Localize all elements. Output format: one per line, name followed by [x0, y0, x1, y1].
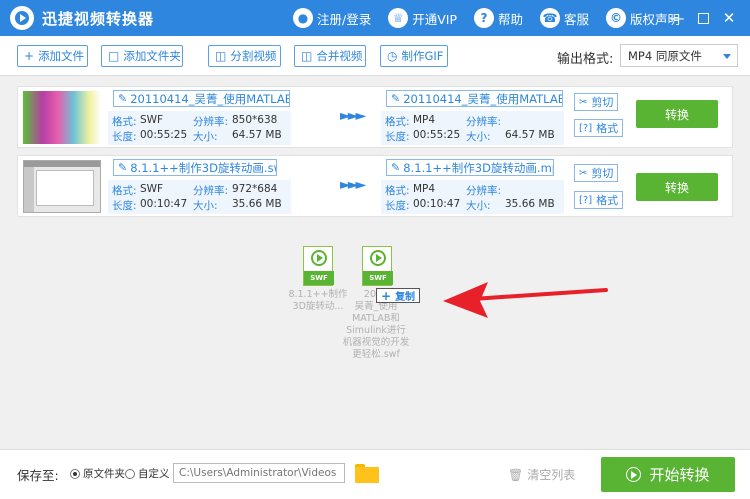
- output-info: 格式: MP4 分辨率: 长度: 00:55:25 大小: 64.57 MB: [381, 111, 564, 145]
- gif-icon: ◷: [387, 49, 398, 63]
- plus-icon: +: [24, 49, 35, 63]
- app-logo-icon: [10, 6, 34, 30]
- toolbar: + 添加文件 □ 添加文件夹 ◫ 分割视频 ◫ 合并视频 ◷ 制作GIF 输出格…: [0, 36, 750, 76]
- merge-video-label: 合并视频: [316, 49, 363, 63]
- cut-button[interactable]: ✂ 剪切: [574, 93, 619, 111]
- radio-checked-icon: [70, 468, 80, 479]
- make-gif-label: 制作GIF: [401, 49, 444, 63]
- help-box-icon: [?]: [579, 194, 593, 206]
- minimize-button[interactable]: —: [664, 5, 690, 31]
- minimize-icon: —: [669, 9, 685, 27]
- login-link[interactable]: ● 注册/登录: [293, 8, 371, 28]
- maximize-button[interactable]: [690, 5, 716, 31]
- file-row: ✎ 8.1.1++制作3D旋转动画.swf 格式: SWF 分辨率: 972*6…: [17, 155, 733, 217]
- play-icon: [626, 467, 642, 482]
- source-filename[interactable]: ✎ 20110414_吴菁_使用MATLAB...: [113, 90, 290, 107]
- title-bar: 迅捷视频转换器 ● 注册/登录 ♕ 开通VIP ? 帮助 ☎ 客服 © 版权声明…: [0, 0, 750, 36]
- output-info: 格式: MP4 分辨率: 长度: 00:10:47 大小: 35.66 MB: [381, 180, 564, 214]
- output-format-label: 输出格式:: [557, 52, 614, 67]
- cut-button[interactable]: ✂ 剪切: [574, 164, 619, 182]
- source-info: 格式: SWF 分辨率: 850*638 长度: 00:55:25 大小: 64…: [108, 111, 291, 145]
- radio-custom-folder[interactable]: 自定义: [125, 466, 170, 481]
- window-controls: — ✕: [664, 0, 742, 36]
- split-video-button[interactable]: ◫ 分割视频: [208, 45, 281, 67]
- header-links: ● 注册/登录 ♕ 开通VIP ? 帮助 ☎ 客服 © 版权声明: [293, 0, 697, 36]
- browse-folder-icon[interactable]: [355, 464, 379, 483]
- format-button[interactable]: [?] 格式: [574, 119, 624, 137]
- help-box-icon: [?]: [579, 122, 593, 134]
- convert-button[interactable]: 转换: [636, 100, 718, 128]
- play-icon: [370, 250, 386, 266]
- edit-icon: ✎: [118, 92, 128, 105]
- split-icon: ◫: [215, 49, 227, 63]
- headset-icon: ☎: [540, 8, 561, 28]
- service-link[interactable]: ☎ 客服: [540, 8, 589, 28]
- output-format-select[interactable]: MP4 同原文件: [620, 44, 738, 67]
- output-filename[interactable]: ✎ 8.1.1++制作3D旋转动画.mp4: [386, 159, 554, 176]
- output-format-value: MP4 同原文件: [628, 48, 702, 63]
- user-icon: ●: [293, 8, 313, 28]
- split-video-label: 分割视频: [230, 49, 277, 63]
- edit-icon: ✎: [118, 161, 128, 174]
- video-thumbnail: [23, 160, 101, 213]
- save-path-input[interactable]: [173, 463, 345, 483]
- bottom-bar: 保存至: 原文件夹 自定义 🗑 清空列表 开始转换: [0, 449, 750, 499]
- add-file-button[interactable]: + 添加文件: [17, 45, 88, 67]
- crown-icon: ♕: [388, 8, 409, 28]
- close-button[interactable]: ✕: [716, 5, 742, 31]
- make-gif-button[interactable]: ◷ 制作GIF: [380, 45, 448, 67]
- add-folder-button[interactable]: □ 添加文件夹: [101, 45, 183, 67]
- edit-icon: ✎: [391, 161, 401, 174]
- convert-arrow-icon: ►►►: [340, 108, 366, 124]
- maximize-icon: [697, 12, 709, 24]
- convert-arrow-icon: ►►►: [340, 177, 366, 193]
- edit-icon: ✎: [391, 92, 401, 105]
- chevron-down-icon: [723, 54, 731, 59]
- dragged-file-icon: SWF: [303, 246, 334, 286]
- copyright-icon: ©: [606, 8, 627, 28]
- scissors-icon: ✂: [579, 167, 588, 179]
- dragged-file-icon: SWF: [362, 246, 393, 286]
- convert-button[interactable]: 转换: [636, 173, 718, 201]
- annotation-arrow-icon: [443, 282, 608, 318]
- format-button[interactable]: [?] 格式: [574, 191, 624, 209]
- merge-video-button[interactable]: ◫ 合并视频: [294, 45, 366, 67]
- source-filename[interactable]: ✎ 8.1.1++制作3D旋转动画.swf: [113, 159, 277, 176]
- clear-list-button[interactable]: 🗑 清空列表: [508, 466, 575, 483]
- play-icon: [311, 250, 327, 266]
- vip-link[interactable]: ♕ 开通VIP: [388, 8, 457, 28]
- add-file-label: 添加文件: [38, 49, 85, 63]
- source-info: 格式: SWF 分辨率: 972*684 长度: 00:10:47 大小: 35…: [108, 180, 291, 214]
- vip-label: 开通VIP: [412, 11, 457, 27]
- scissors-icon: ✂: [579, 96, 588, 108]
- save-to-label: 保存至:: [17, 468, 59, 483]
- plus-icon: +: [381, 288, 392, 303]
- add-folder-label: 添加文件夹: [123, 49, 181, 63]
- trash-icon: 🗑: [508, 467, 524, 482]
- radio-unchecked-icon: [125, 468, 135, 479]
- service-label: 客服: [564, 11, 590, 27]
- close-icon: ✕: [722, 9, 736, 27]
- file-row: ✎ 20110414_吴菁_使用MATLAB... 格式: SWF 分辨率: 8…: [17, 86, 733, 148]
- start-convert-button[interactable]: 开始转换: [601, 457, 735, 492]
- merge-icon: ◫: [301, 49, 313, 63]
- login-label: 注册/登录: [317, 11, 372, 27]
- help-icon: ?: [474, 8, 494, 28]
- folder-icon: □: [108, 49, 120, 63]
- help-label: 帮助: [498, 11, 524, 27]
- app-title: 迅捷视频转换器: [42, 9, 155, 28]
- output-filename[interactable]: ✎ 20110414_吴菁_使用MATLAB...: [386, 90, 563, 107]
- video-thumbnail: [23, 91, 101, 144]
- help-link[interactable]: ? 帮助: [474, 8, 523, 28]
- radio-original-folder[interactable]: 原文件夹: [70, 466, 125, 481]
